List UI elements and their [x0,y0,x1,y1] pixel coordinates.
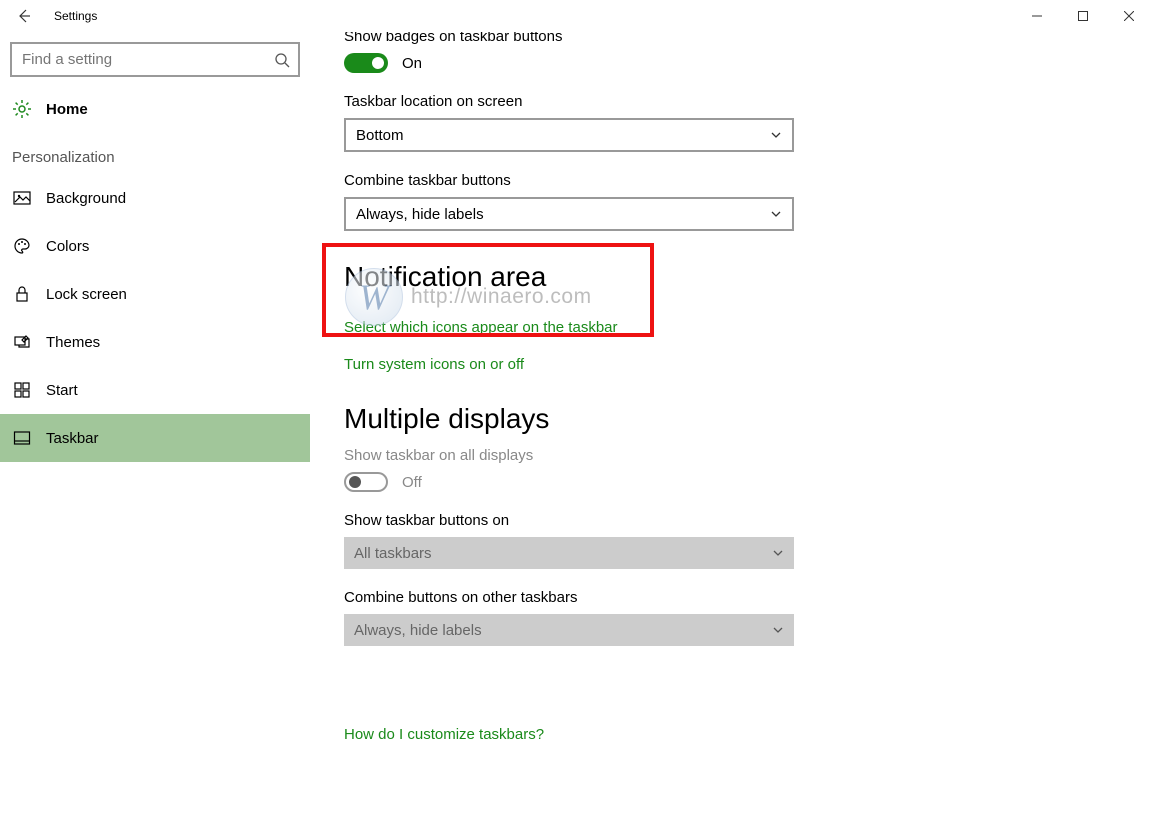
home-button[interactable]: Home [0,85,310,133]
maximize-button[interactable] [1060,0,1106,32]
location-dropdown[interactable]: Bottom [344,118,794,152]
palette-icon [12,236,32,256]
faq-link[interactable]: How do I customize taskbars? [344,726,794,743]
show-all-toggle[interactable] [344,472,388,492]
close-button[interactable] [1106,0,1152,32]
section-heading-notification: Notification area [344,261,794,293]
dropdown-value: Always, hide labels [356,206,484,223]
sidebar-item-colors[interactable]: Colors [0,222,310,270]
dropdown-value: All taskbars [354,545,432,562]
category-heading: Personalization [0,133,310,174]
section-heading-multiple: Multiple displays [344,403,794,435]
sidebar-item-label: Start [46,382,78,399]
combine-other-dropdown: Always, hide labels [344,614,794,646]
dropdown-value: Always, hide labels [354,622,482,639]
setting-label-combine-other: Combine buttons on other taskbars [344,589,794,606]
start-icon [12,380,32,400]
search-input[interactable] [10,42,300,77]
sidebar-item-label: Background [46,190,126,207]
chevron-down-icon [770,129,782,141]
picture-icon [12,188,32,208]
chevron-down-icon [772,624,784,636]
combine-dropdown[interactable]: Always, hide labels [344,197,794,231]
setting-label-badges: Show badges on taskbar buttons [344,32,794,45]
sidebar-item-lock-screen[interactable]: Lock screen [0,270,310,318]
show-buttons-dropdown: All taskbars [344,537,794,569]
window-title: Settings [48,9,97,23]
back-button[interactable] [0,0,48,32]
lock-icon [12,284,32,304]
search-field[interactable] [20,50,274,69]
sidebar-item-taskbar[interactable]: Taskbar [0,414,310,462]
setting-label-show-all: Show taskbar on all displays [344,447,794,464]
toggle-state-text: On [402,55,422,72]
search-icon [274,52,290,68]
themes-icon [12,332,32,352]
minimize-button[interactable] [1014,0,1060,32]
link-system-icons[interactable]: Turn system icons on or off [344,356,524,373]
home-label: Home [46,101,88,118]
sidebar-item-label: Themes [46,334,100,351]
setting-label-combine: Combine taskbar buttons [344,172,794,189]
toggle-state-text: Off [402,474,422,491]
chevron-down-icon [772,547,784,559]
chevron-down-icon [770,208,782,220]
taskbar-icon [12,428,32,448]
dropdown-value: Bottom [356,127,404,144]
badges-toggle[interactable] [344,53,388,73]
sidebar-item-label: Colors [46,238,89,255]
sidebar-item-label: Lock screen [46,286,127,303]
setting-label-location: Taskbar location on screen [344,93,794,110]
sidebar-item-themes[interactable]: Themes [0,318,310,366]
sidebar-item-start[interactable]: Start [0,366,310,414]
sidebar-item-label: Taskbar [46,430,99,447]
link-select-icons[interactable]: Select which icons appear on the taskbar [344,319,618,336]
setting-label-show-buttons: Show taskbar buttons on [344,512,794,529]
sidebar-item-background[interactable]: Background [0,174,310,222]
gear-icon [12,99,32,119]
